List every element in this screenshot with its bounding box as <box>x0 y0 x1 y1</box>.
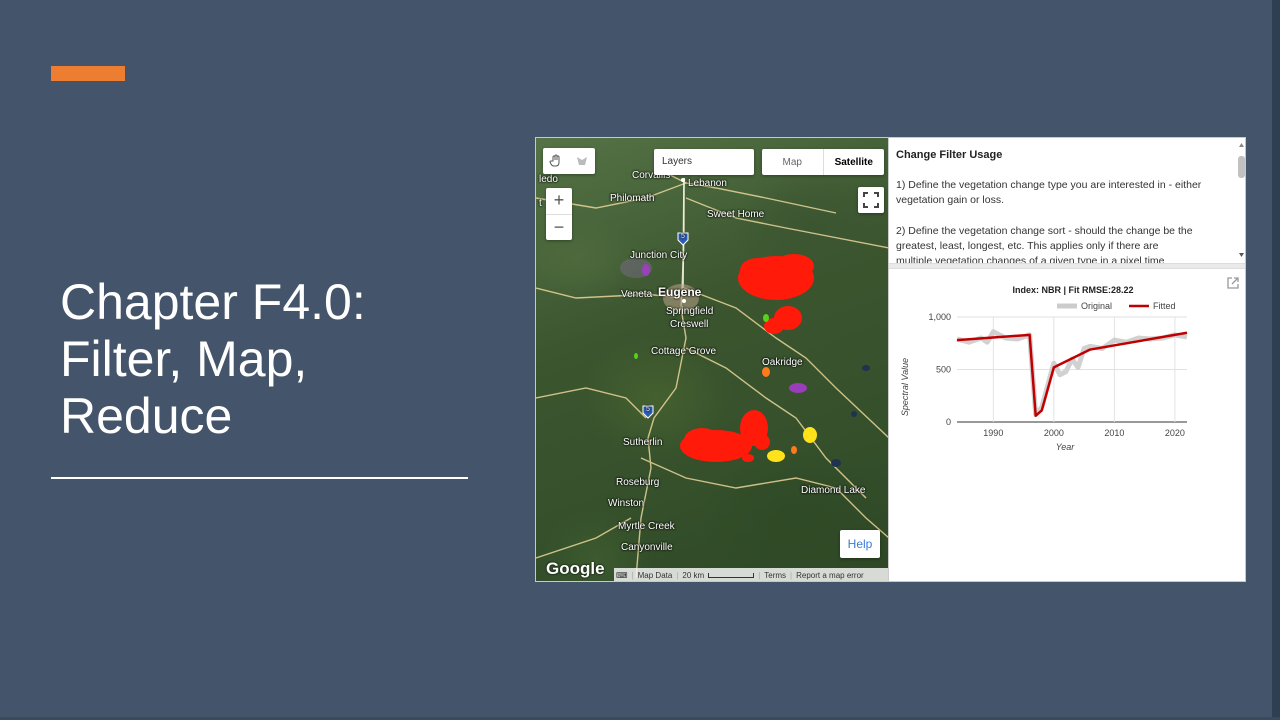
y-tick-label: 1,000 <box>928 312 951 322</box>
x-tick-label: 2000 <box>1044 428 1064 438</box>
place-ledo: ledo <box>539 174 558 185</box>
scrollbar-thumb[interactable] <box>1238 156 1245 178</box>
x-tick-label: 2020 <box>1165 428 1185 438</box>
info-panel: Change Filter Usage 1) Define the vegeta… <box>889 138 1245 263</box>
route-5-shield-b: 5 <box>646 406 650 413</box>
draw-shape-icon[interactable] <box>569 148 595 174</box>
chart-axes: 0 500 1,000 1990 2000 2010 2020 <box>928 312 1184 438</box>
place-sutherlin: Sutherlin <box>623 437 663 448</box>
place-lebanon: Lebanon <box>688 178 727 189</box>
place-canyonville: Canyonville <box>621 542 673 553</box>
place-philomath: Philomath <box>610 193 655 204</box>
place-diamond-lake: Diamond Lake <box>801 485 866 496</box>
place-winston: Winston <box>608 498 645 509</box>
map-data-link[interactable]: Map Data <box>638 571 673 580</box>
place-junction-city: Junction City <box>630 250 688 261</box>
place-myrtle-creek: Myrtle Creek <box>618 521 675 532</box>
route-5-shield-a: 5 <box>681 233 685 240</box>
place-t: t <box>539 198 542 209</box>
y-tick-label: 0 <box>946 417 951 427</box>
y-tick-label: 500 <box>936 365 951 375</box>
slide-title: Chapter F4.0: Filter, Map, Reduce <box>60 274 480 445</box>
chart-title: Index: NBR | Fit RMSE:28.22 <box>1012 285 1133 295</box>
place-cottage-grove: Cottage Grove <box>651 346 717 357</box>
map-attribution: ⌨ | Map Data | 20 km | Terms | Report a … <box>614 568 889 581</box>
keyboard-icon[interactable]: ⌨ <box>616 571 628 580</box>
series-line-original <box>956 329 1188 418</box>
chart-series <box>956 329 1188 418</box>
hand-icon[interactable] <box>543 148 569 174</box>
satellite-map[interactable]: ledo Corvallis Lebanon Philomath Sweet H… <box>536 138 889 581</box>
x-tick-label: 1990 <box>983 428 1003 438</box>
fullscreen-button[interactable] <box>858 187 884 213</box>
open-external-icon[interactable] <box>1227 277 1239 289</box>
x-axis-label: Year <box>1056 442 1076 452</box>
time-series-chart: Index: NBR | Fit RMSE:28.22 Original Fitt… <box>900 285 1188 452</box>
title-line-2: Filter, Map, <box>60 331 308 387</box>
zoom-out-button[interactable]: − <box>546 215 572 241</box>
place-roseburg: Roseburg <box>616 477 660 488</box>
legend-label-fitted: Fitted <box>1153 301 1176 311</box>
scroll-up-icon[interactable] <box>1238 142 1245 148</box>
chart-legend: Original Fitted <box>1057 301 1176 311</box>
fullscreen-icon <box>863 192 879 208</box>
title-divider <box>51 477 468 479</box>
chart-panel: Index: NBR | Fit RMSE:28.22 Original Fitt… <box>889 269 1245 581</box>
title-line-3: Reduce <box>60 388 233 444</box>
map-type-toggle: Map Satellite <box>762 149 884 175</box>
slide-edge <box>1272 0 1280 720</box>
map-type-satellite-button[interactable]: Satellite <box>824 149 885 175</box>
series-line-fitted <box>956 331 1188 417</box>
zoom-control: + − <box>546 188 572 240</box>
info-step-2-continued: multiple vegetation changes of a given t… <box>896 255 1165 263</box>
legend-label-original: Original <box>1081 301 1112 311</box>
zoom-in-button[interactable]: + <box>546 188 572 215</box>
place-sweet-home: Sweet Home <box>707 209 765 220</box>
layers-dropdown[interactable]: Layers <box>654 149 754 175</box>
place-creswell: Creswell <box>670 319 709 330</box>
title-line-1: Chapter F4.0: <box>60 274 366 330</box>
terms-link[interactable]: Terms <box>764 571 786 580</box>
map-type-map-button[interactable]: Map <box>762 149 824 175</box>
y-axis-label: Spectral Value <box>900 358 910 416</box>
place-oakridge: Oakridge <box>762 357 803 368</box>
draw-tools <box>543 148 595 174</box>
accent-bar <box>51 66 125 81</box>
scroll-down-icon[interactable] <box>1238 252 1245 258</box>
place-springfield: Springfield <box>666 306 714 317</box>
map-overlay <box>536 167 889 579</box>
info-scrollbar[interactable] <box>1238 142 1245 258</box>
info-step-2: 2) Define the vegetation change sort - s… <box>896 225 1193 252</box>
gee-app-screenshot: ledo Corvallis Lebanon Philomath Sweet H… <box>535 137 1246 582</box>
place-veneta: Veneta <box>621 289 653 300</box>
scale-bar <box>708 572 755 578</box>
report-map-error-link[interactable]: Report a map error <box>796 571 864 580</box>
info-panel-title: Change Filter Usage <box>896 149 1003 161</box>
scale-label: 20 km <box>682 570 705 580</box>
place-eugene: Eugene <box>658 285 702 299</box>
help-button[interactable]: Help <box>840 530 880 558</box>
google-logo: Google <box>546 559 605 578</box>
x-tick-label: 2010 <box>1104 428 1124 438</box>
info-step-1: 1) Define the vegetation change type you… <box>896 179 1202 206</box>
